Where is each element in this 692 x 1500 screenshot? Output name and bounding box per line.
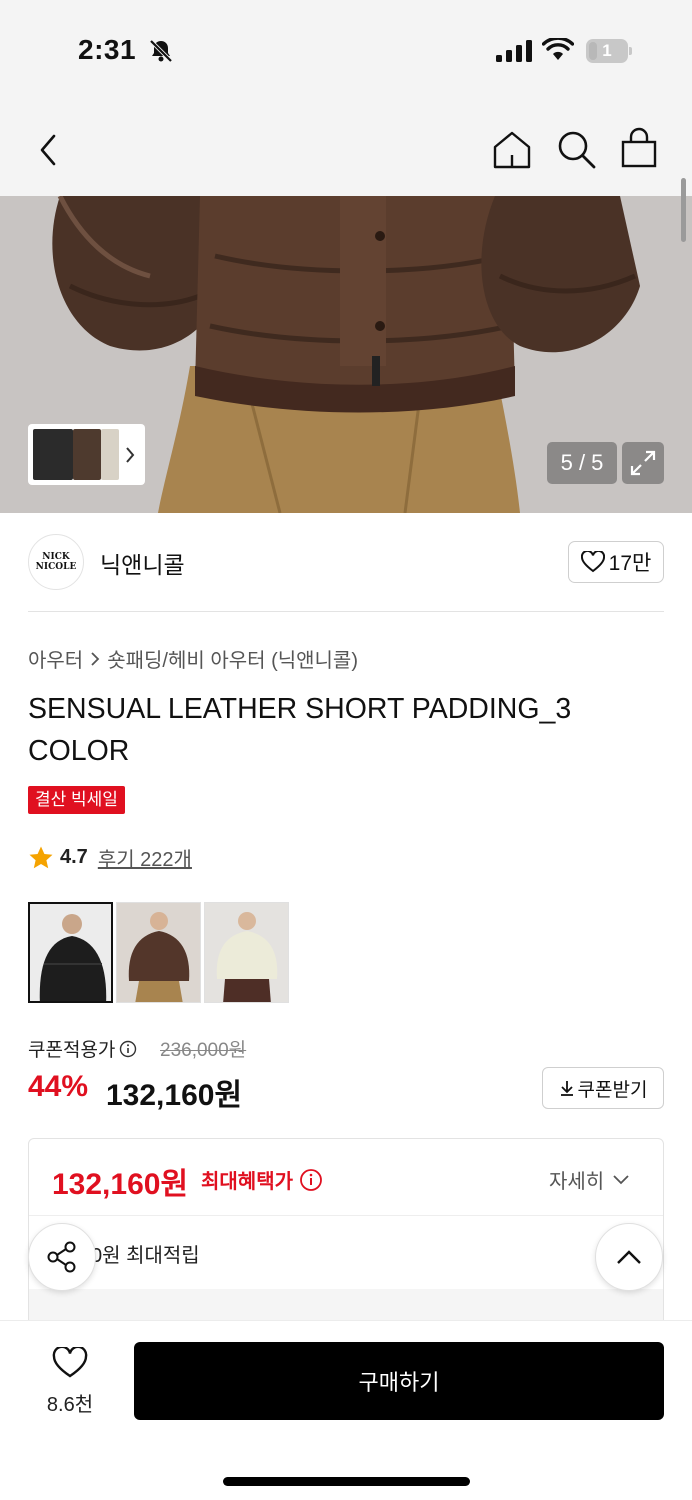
status-bar: 2:31 1: [0, 0, 692, 100]
share-button[interactable]: [28, 1223, 96, 1291]
expand-button[interactable]: [622, 442, 664, 484]
get-coupon-label: 쿠폰받기: [577, 1079, 648, 1101]
buy-button[interactable]: 구매하기: [134, 1342, 664, 1420]
divider: [29, 1215, 663, 1216]
battery-level: 1: [602, 41, 612, 60]
breadcrumb-category[interactable]: 아우터: [28, 644, 83, 673]
best-price: 132,160원: [52, 1168, 189, 1201]
detail-toggle[interactable]: 자세히: [549, 1165, 630, 1194]
home-icon[interactable]: [490, 128, 534, 172]
top-nav-bar: [0, 100, 692, 196]
color-option-brown[interactable]: [116, 902, 201, 1003]
color-option-black[interactable]: [28, 902, 113, 1003]
original-price: 236,000원: [160, 1040, 247, 1061]
download-icon: [560, 1081, 573, 1096]
cellular-signal-icon: [496, 40, 532, 62]
wifi-icon: [542, 38, 574, 60]
expand-icon: [630, 450, 656, 476]
scroll-top-button[interactable]: [595, 1223, 663, 1291]
image-counter: 5 / 5: [547, 442, 617, 484]
review-count-link[interactable]: 후기 222개: [98, 843, 192, 872]
product-title: SENSUAL LEATHER SHORT PADDING_3 COLOR: [28, 693, 572, 767]
status-time: 2:31: [78, 34, 137, 65]
breadcrumb-subcategory[interactable]: 숏패딩/헤비 아우터 (닉앤니콜): [107, 644, 358, 673]
coupon-price-label: 쿠폰적용가: [28, 1035, 137, 1062]
home-indicator[interactable]: [223, 1477, 470, 1486]
chevron-down-icon: [613, 1174, 629, 1184]
best-price-label: 최대혜택가: [201, 1165, 323, 1194]
brand-logo-line-2: NICOLE: [35, 562, 77, 572]
best-price-label-text: 최대혜택가: [201, 1171, 293, 1193]
thumbnail-image: [73, 429, 101, 480]
star-icon: [29, 846, 53, 868]
search-icon[interactable]: [555, 128, 597, 170]
share-icon: [47, 1241, 76, 1273]
discount-rate: 44%: [28, 1070, 89, 1103]
chevron-right-icon: [126, 447, 135, 463]
color-option-image: [205, 903, 288, 1002]
brand-logo[interactable]: NICK NICOLE: [28, 534, 84, 590]
sale-badge: 결산 빅세일: [28, 786, 125, 814]
get-coupon-button[interactable]: 쿠폰받기: [542, 1067, 664, 1109]
color-option-cream[interactable]: [204, 902, 289, 1003]
thumbnail-image: [101, 429, 119, 480]
breadcrumb: 아우터 숏패딩/헤비 아우터 (닉앤니콜): [28, 644, 358, 673]
rating-score: 4.7: [60, 846, 88, 868]
chevron-right-icon: [91, 651, 100, 666]
sale-price: 132,160원: [106, 1079, 243, 1112]
gallery-thumbnail-strip[interactable]: [28, 424, 145, 485]
detail-label: 자세히: [549, 1171, 605, 1193]
bottom-action-bar: 8.6천 구매하기: [0, 1320, 692, 1500]
thumbnail-image: [33, 429, 73, 480]
wishlist-count: 8.6천: [46, 1394, 94, 1416]
brand-name[interactable]: 닉앤니콜: [100, 546, 185, 580]
battery-icon: 1: [586, 39, 632, 63]
heart-icon: [580, 551, 605, 573]
wishlist-button[interactable]: 8.6천: [30, 1345, 110, 1417]
max-points: 0원 최대적립: [91, 1245, 200, 1267]
info-icon[interactable]: [299, 1168, 323, 1192]
shopping-bag-icon[interactable]: [618, 126, 660, 170]
chevron-up-icon: [617, 1250, 641, 1264]
bell-muted-icon: [149, 39, 173, 63]
brand-logo-line-1: NICK: [42, 552, 70, 562]
info-icon[interactable]: [119, 1040, 137, 1058]
brand-like-button[interactable]: 17만: [568, 541, 664, 583]
heart-icon: [52, 1345, 88, 1378]
divider: [28, 611, 664, 612]
coupon-price-label-text: 쿠폰적용가: [28, 1040, 116, 1061]
color-option-image: [30, 904, 111, 1001]
page-scrollbar[interactable]: [681, 178, 686, 242]
benefit-card: 132,160원 최대혜택가 자세히 0원 최대적립: [28, 1138, 664, 1338]
brand-like-count: 17만: [608, 552, 652, 575]
back-arrow-icon[interactable]: [32, 130, 66, 170]
color-option-image: [117, 903, 200, 1002]
rating-row: 4.7 후기 222개: [28, 843, 192, 872]
